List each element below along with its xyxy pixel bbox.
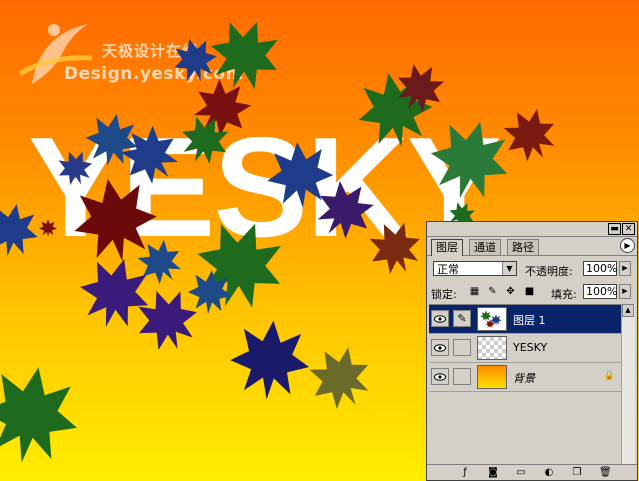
blend-mode-value: 正常 [437, 263, 459, 276]
tab-layers[interactable]: 图层 [431, 239, 463, 256]
opacity-value: 100% [586, 262, 618, 275]
eye-icon[interactable] [431, 339, 449, 356]
opacity-label: 不透明度: [525, 265, 573, 278]
layer-list: ✎ 图层 1 YESKY 背景 � [429, 304, 625, 465]
lock-row: 锁定: ▦ ✎ ✥ ■ 填充: 100% ▶ [427, 281, 637, 303]
layer-name: YESKY [513, 341, 548, 354]
layer-style-icon[interactable]: ƒ [459, 467, 471, 479]
fill-value: 100% [586, 285, 618, 298]
brush-icon[interactable]: ✎ [453, 310, 471, 327]
layer-name: 背景 [513, 372, 535, 385]
layer-row-layer1[interactable]: ✎ 图层 1 [429, 305, 625, 334]
adjustment-layer-icon[interactable]: ◐ [543, 467, 555, 479]
opacity-field[interactable]: 100% [583, 261, 617, 276]
brush-slot[interactable] [453, 368, 471, 385]
new-set-icon[interactable]: ▭ [515, 467, 527, 479]
brush-slot[interactable] [453, 339, 471, 356]
fill-field[interactable]: 100% [583, 284, 617, 299]
eye-icon[interactable] [431, 368, 449, 385]
palette-titlebar[interactable]: ▬ ✕ [427, 222, 637, 237]
minimize-icon[interactable]: ▬ [608, 223, 621, 235]
tab-channels[interactable]: 通道 [469, 239, 501, 255]
layer-thumbnail-leaves [477, 307, 507, 331]
layer-list-scrollbar[interactable]: ▲ [621, 304, 635, 464]
opacity-arrow-icon[interactable]: ▶ [619, 261, 631, 276]
layer-row-background[interactable]: 背景 🔒 [429, 363, 625, 392]
document-canvas[interactable]: 天极设计在线 Design.yesky.com YESKY ▬ ✕ 图层 通道 … [0, 0, 639, 481]
lock-transparency-icon[interactable]: ▦ [469, 286, 480, 297]
eye-icon[interactable] [431, 310, 449, 327]
chevron-down-icon[interactable]: ▼ [502, 262, 516, 275]
layer-thumbnail-gradient [477, 365, 507, 389]
add-mask-icon[interactable]: ◙ [487, 467, 499, 479]
lock-all-icon[interactable]: ■ [524, 286, 535, 297]
layers-palette[interactable]: ▬ ✕ 图层 通道 路径 ▶ 正常 ▼ 不透明度: 100% ▶ 锁定: ▦ ✎… [426, 221, 638, 481]
fill-arrow-icon[interactable]: ▶ [619, 284, 631, 299]
lock-move-icon[interactable]: ✥ [505, 286, 516, 297]
close-icon[interactable]: ✕ [622, 223, 635, 235]
lock-paint-icon[interactable]: ✎ [487, 286, 498, 297]
scroll-up-icon[interactable]: ▲ [622, 304, 634, 317]
palette-menu-arrow-icon[interactable]: ▶ [620, 238, 635, 253]
layer-thumbnail-checker [477, 336, 507, 360]
palette-bottom-bar: ƒ ◙ ▭ ◐ ❐ 🗑 [427, 464, 637, 481]
trash-icon[interactable]: 🗑 [599, 467, 612, 479]
layer-row-yesky[interactable]: YESKY [429, 334, 625, 363]
tab-paths[interactable]: 路径 [507, 239, 539, 255]
blend-mode-select[interactable]: 正常 ▼ [433, 261, 517, 276]
layer-name: 图层 1 [513, 314, 546, 327]
lock-label: 锁定: [431, 288, 457, 301]
fill-label: 填充: [551, 288, 577, 301]
palette-tabs: 图层 通道 路径 ▶ [427, 237, 637, 256]
blend-row: 正常 ▼ 不透明度: 100% ▶ [427, 258, 637, 280]
new-layer-icon[interactable]: ❐ [571, 467, 583, 479]
lock-icon: 🔒 [603, 371, 615, 381]
